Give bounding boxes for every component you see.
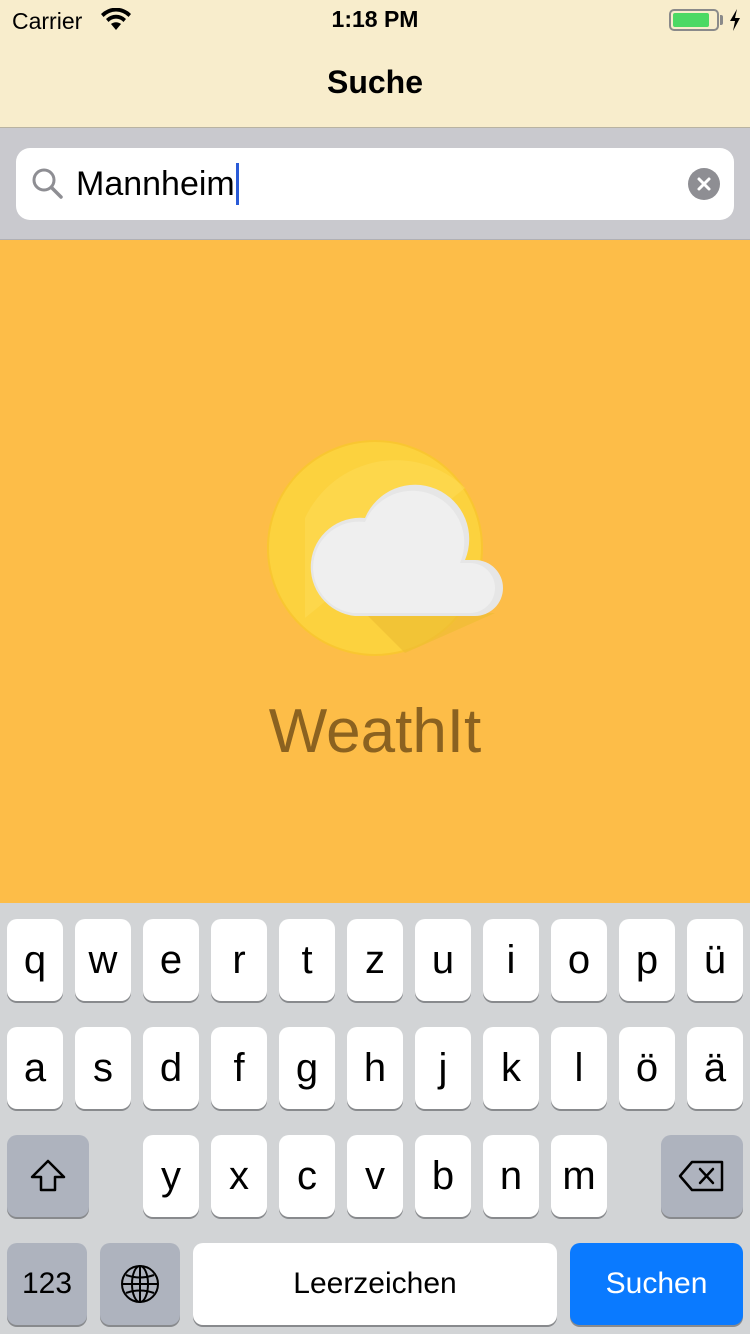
space-key[interactable]: Leerzeichen — [193, 1243, 557, 1325]
search-query: Mannheim — [76, 165, 235, 203]
key-b[interactable]: b — [415, 1135, 471, 1217]
key-s[interactable]: s — [75, 1027, 131, 1109]
key-t[interactable]: t — [279, 919, 335, 1001]
key-k[interactable]: k — [483, 1027, 539, 1109]
status-time: 1:18 PM — [331, 6, 419, 32]
key-q[interactable]: q — [7, 919, 63, 1001]
key-o-umlaut[interactable]: ö — [619, 1027, 675, 1109]
shift-key[interactable] — [7, 1135, 89, 1217]
search-submit-button[interactable]: Suchen — [570, 1243, 743, 1325]
key-w[interactable]: w — [75, 919, 131, 1001]
delete-icon — [678, 1160, 724, 1192]
key-x[interactable]: x — [211, 1135, 267, 1217]
key-i[interactable]: i — [483, 919, 539, 1001]
battery-icon — [669, 9, 719, 31]
charging-icon — [730, 9, 740, 31]
key-a-umlaut[interactable]: ä — [687, 1027, 743, 1109]
search-input[interactable]: Mannheim — [16, 148, 734, 220]
key-u[interactable]: u — [415, 919, 471, 1001]
search-input-value[interactable]: Mannheim — [76, 163, 239, 205]
text-cursor — [235, 163, 239, 205]
key-d[interactable]: d — [143, 1027, 199, 1109]
shift-icon — [30, 1159, 66, 1192]
key-n[interactable]: n — [483, 1135, 539, 1217]
key-c[interactable]: c — [279, 1135, 335, 1217]
battery-level — [673, 13, 709, 27]
search-bar: Mannheim — [0, 128, 750, 240]
key-g[interactable]: g — [279, 1027, 335, 1109]
numbers-key[interactable]: 123 — [7, 1243, 87, 1325]
key-z[interactable]: z — [347, 919, 403, 1001]
key-o[interactable]: o — [551, 919, 607, 1001]
key-m[interactable]: m — [551, 1135, 607, 1217]
key-r[interactable]: r — [211, 919, 267, 1001]
key-u-umlaut[interactable]: ü — [687, 919, 743, 1001]
battery-cap — [720, 15, 723, 25]
app-name: WeathIt — [268, 697, 482, 766]
key-l[interactable]: l — [551, 1027, 607, 1109]
clear-icon — [697, 177, 711, 191]
search-icon — [32, 168, 63, 199]
clear-button[interactable] — [688, 168, 720, 200]
key-j[interactable]: j — [415, 1027, 471, 1109]
key-p[interactable]: p — [619, 919, 675, 1001]
navigation-bar: Carrier 1:18 PM Suche — [0, 0, 750, 128]
keyboard: q w e r t z u i o p ü a s d f g h j k l … — [0, 903, 750, 1334]
delete-key[interactable] — [661, 1135, 743, 1217]
sun-cloud-icon — [267, 440, 503, 656]
key-f[interactable]: f — [211, 1027, 267, 1109]
key-v[interactable]: v — [347, 1135, 403, 1217]
page-title: Suche — [326, 64, 424, 100]
key-h[interactable]: h — [347, 1027, 403, 1109]
key-a[interactable]: a — [7, 1027, 63, 1109]
key-e[interactable]: e — [143, 919, 199, 1001]
status-bar: Carrier 1:18 PM — [0, 0, 750, 40]
globe-key[interactable] — [100, 1243, 180, 1325]
key-y[interactable]: y — [143, 1135, 199, 1217]
globe-icon — [121, 1265, 159, 1303]
